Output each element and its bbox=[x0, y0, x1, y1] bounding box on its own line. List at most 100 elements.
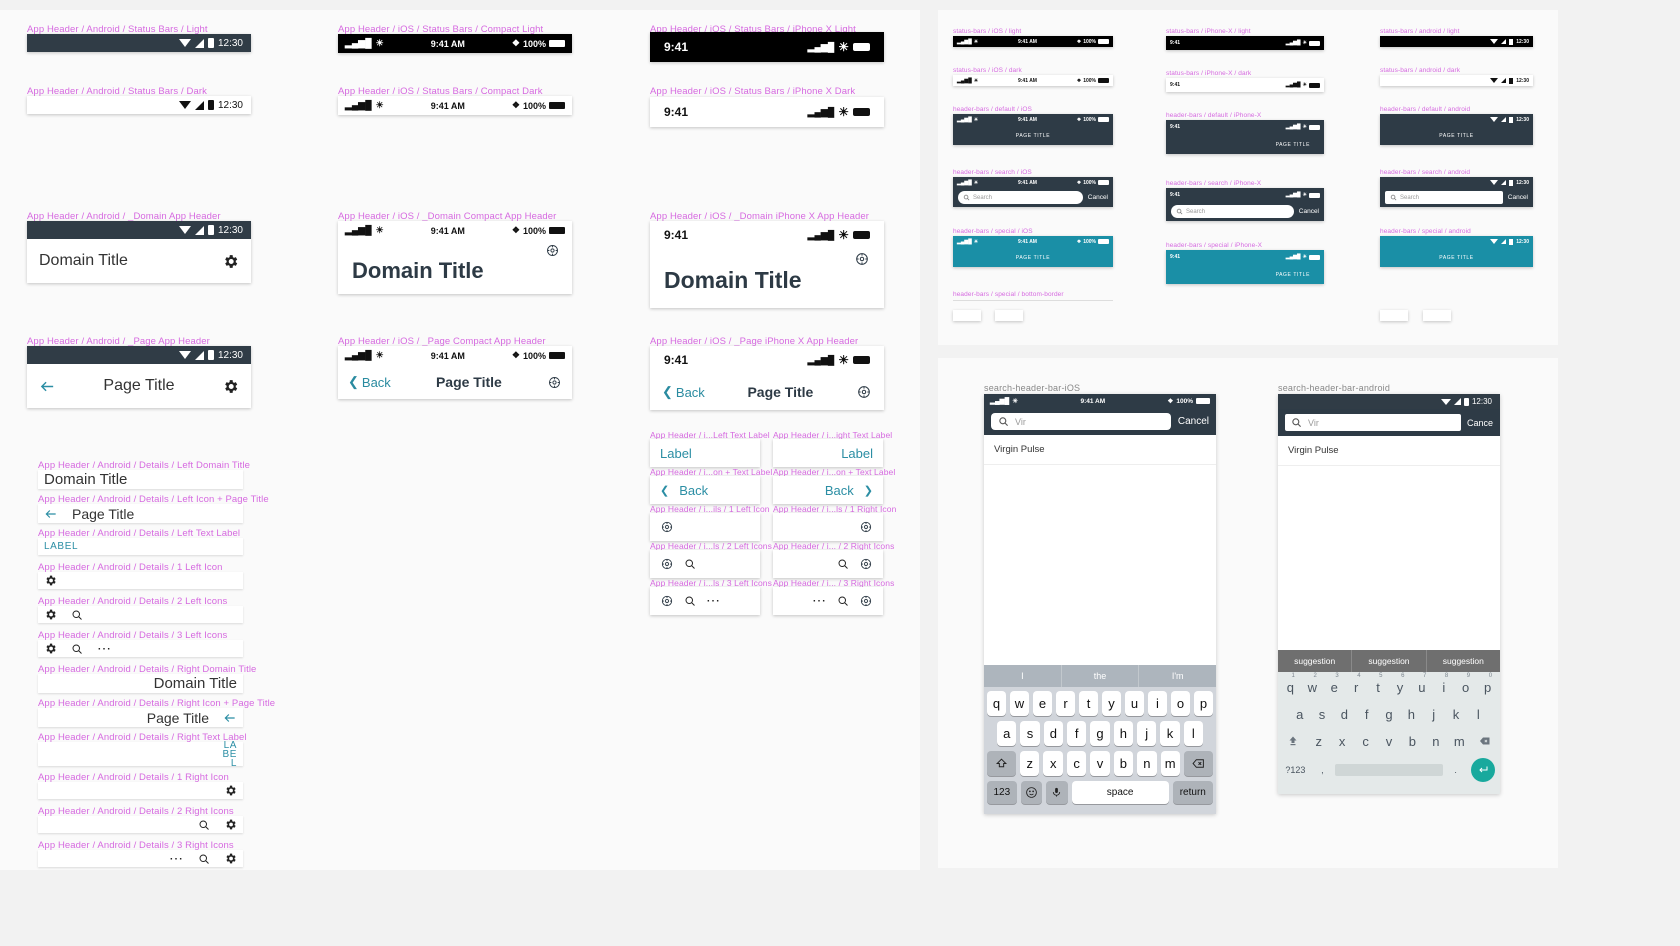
key-s[interactable]: s bbox=[1312, 704, 1331, 724]
key-h[interactable]: h bbox=[1113, 721, 1133, 746]
settings-circle-icon[interactable] bbox=[859, 557, 873, 571]
key-space[interactable] bbox=[1335, 764, 1443, 776]
gear-icon[interactable] bbox=[222, 378, 239, 395]
key-g[interactable]: g bbox=[1090, 721, 1110, 746]
key-k[interactable]: k bbox=[1446, 704, 1465, 724]
gear-icon[interactable] bbox=[224, 852, 237, 865]
overflow-icon[interactable]: ⋯ bbox=[812, 592, 827, 610]
settings-circle-icon[interactable] bbox=[854, 251, 870, 267]
key-n[interactable]: n bbox=[1426, 731, 1446, 751]
settings-circle-icon[interactable] bbox=[859, 520, 873, 534]
detail-row-icons-left-2[interactable] bbox=[38, 606, 243, 623]
key-mic-icon[interactable] bbox=[1046, 781, 1068, 804]
key-space[interactable]: space bbox=[1071, 781, 1169, 804]
key-emoji-icon[interactable] bbox=[1020, 781, 1043, 804]
key-p[interactable]: p bbox=[1194, 691, 1213, 716]
key-t[interactable]: 5t bbox=[1369, 673, 1388, 697]
overflow-icon[interactable]: ⋯ bbox=[97, 640, 112, 658]
key-m[interactable]: m bbox=[1160, 751, 1180, 776]
key-x[interactable]: x bbox=[1043, 751, 1063, 776]
search-input[interactable]: Search bbox=[1385, 191, 1503, 204]
detail-row-icons-left-1[interactable] bbox=[38, 572, 243, 589]
gear-icon[interactable] bbox=[44, 608, 57, 621]
prediction-chip[interactable]: the bbox=[1060, 665, 1139, 687]
gear-icon[interactable] bbox=[222, 253, 239, 270]
settings-circle-icon[interactable] bbox=[660, 557, 674, 571]
gear-icon[interactable] bbox=[224, 818, 237, 831]
key-q[interactable]: 1q bbox=[1281, 673, 1300, 697]
key-f[interactable]: f bbox=[1357, 704, 1376, 724]
ipx-detail-row-label[interactable]: Label bbox=[773, 439, 883, 467]
key-backspace-icon[interactable] bbox=[1472, 731, 1497, 751]
gear-icon[interactable] bbox=[224, 784, 237, 797]
key-return[interactable]: return bbox=[1172, 781, 1213, 804]
back-arrow-icon[interactable] bbox=[39, 378, 56, 395]
key-i[interactable]: i bbox=[1148, 691, 1167, 716]
gear-icon[interactable] bbox=[44, 642, 57, 655]
ipx-detail-row-i2[interactable] bbox=[773, 550, 883, 578]
key-d[interactable]: d bbox=[1043, 721, 1063, 746]
detail-row-title-left[interactable]: Domain Title bbox=[38, 470, 243, 489]
key-numbers[interactable]: 123 bbox=[987, 781, 1017, 804]
cancel-button[interactable]: Cancel bbox=[1508, 194, 1528, 201]
key-y[interactable]: 6y bbox=[1391, 673, 1410, 697]
key-l[interactable]: l bbox=[1469, 704, 1488, 724]
key-p[interactable]: 0p bbox=[1478, 673, 1497, 697]
search-input[interactable]: Vir bbox=[991, 413, 1171, 430]
search-result-item[interactable]: Virgin Pulse bbox=[984, 435, 1216, 465]
settings-circle-icon[interactable] bbox=[660, 520, 674, 534]
key-z[interactable]: z bbox=[1309, 731, 1329, 751]
cancel-button[interactable]: Cancel bbox=[1299, 208, 1319, 215]
search-icon[interactable] bbox=[198, 853, 210, 865]
key-k[interactable]: k bbox=[1160, 721, 1180, 746]
key-e[interactable]: 3e bbox=[1325, 673, 1344, 697]
back-label[interactable]: Back bbox=[825, 483, 854, 498]
cancel-button[interactable]: Cancel bbox=[1088, 194, 1108, 201]
key-v[interactable]: v bbox=[1090, 751, 1110, 776]
key-d[interactable]: d bbox=[1335, 704, 1354, 724]
key-y[interactable]: y bbox=[1102, 691, 1121, 716]
key-backspace-icon[interactable] bbox=[1183, 751, 1214, 776]
key-n[interactable]: n bbox=[1137, 751, 1157, 776]
key-c[interactable]: c bbox=[1066, 751, 1087, 776]
key-f[interactable]: f bbox=[1067, 721, 1087, 746]
search-icon[interactable] bbox=[71, 643, 83, 655]
back-arrow-icon[interactable] bbox=[44, 507, 58, 521]
back-chevron-icon[interactable]: ❮ bbox=[348, 374, 359, 390]
suggestion-chip[interactable]: suggestion bbox=[1278, 650, 1351, 672]
suggestion-chip[interactable]: suggestion bbox=[1351, 650, 1425, 672]
search-input[interactable]: Search bbox=[1171, 205, 1294, 218]
overflow-icon[interactable]: ⋯ bbox=[169, 850, 184, 868]
key-h[interactable]: h bbox=[1402, 704, 1421, 724]
settings-circle-icon[interactable] bbox=[859, 594, 873, 608]
prediction-chip[interactable]: I bbox=[984, 665, 1061, 687]
key-o[interactable]: o bbox=[1171, 691, 1190, 716]
search-result-item[interactable]: Virgin Pulse bbox=[1278, 436, 1500, 466]
key-o[interactable]: 9o bbox=[1456, 673, 1475, 697]
ipx-detail-row-i3[interactable]: ⋯ bbox=[773, 587, 883, 615]
search-input[interactable]: Vir bbox=[1285, 414, 1461, 431]
key-u[interactable]: 7u bbox=[1412, 673, 1431, 697]
key-period[interactable]: . bbox=[1446, 760, 1465, 780]
search-icon[interactable] bbox=[684, 558, 696, 570]
search-icon[interactable] bbox=[837, 558, 849, 570]
key-b[interactable]: b bbox=[1113, 751, 1134, 776]
key-shift-icon[interactable] bbox=[986, 751, 1017, 776]
ipx-detail-row-i1[interactable] bbox=[650, 513, 760, 541]
key-s[interactable]: s bbox=[1020, 721, 1040, 746]
key-b[interactable]: b bbox=[1402, 731, 1422, 751]
detail-row-title-back-right[interactable]: Page Title bbox=[38, 708, 243, 727]
detail-row-icons-right-2[interactable] bbox=[38, 816, 243, 833]
settings-circle-icon[interactable] bbox=[545, 243, 560, 258]
cancel-button[interactable]: Cance bbox=[1467, 418, 1493, 428]
ipx-detail-row-i3[interactable]: ⋯ bbox=[650, 587, 760, 615]
search-input[interactable]: Search bbox=[958, 191, 1083, 204]
key-w[interactable]: 2w bbox=[1303, 673, 1322, 697]
search-icon[interactable] bbox=[71, 609, 83, 621]
settings-circle-icon[interactable] bbox=[547, 375, 562, 390]
key-r[interactable]: 4r bbox=[1347, 673, 1366, 697]
key-symbols[interactable]: ?123 bbox=[1281, 760, 1310, 780]
key-w[interactable]: w bbox=[1010, 691, 1029, 716]
key-shift-icon[interactable] bbox=[1281, 731, 1306, 751]
detail-row-label-right[interactable]: LABEL bbox=[38, 740, 243, 768]
